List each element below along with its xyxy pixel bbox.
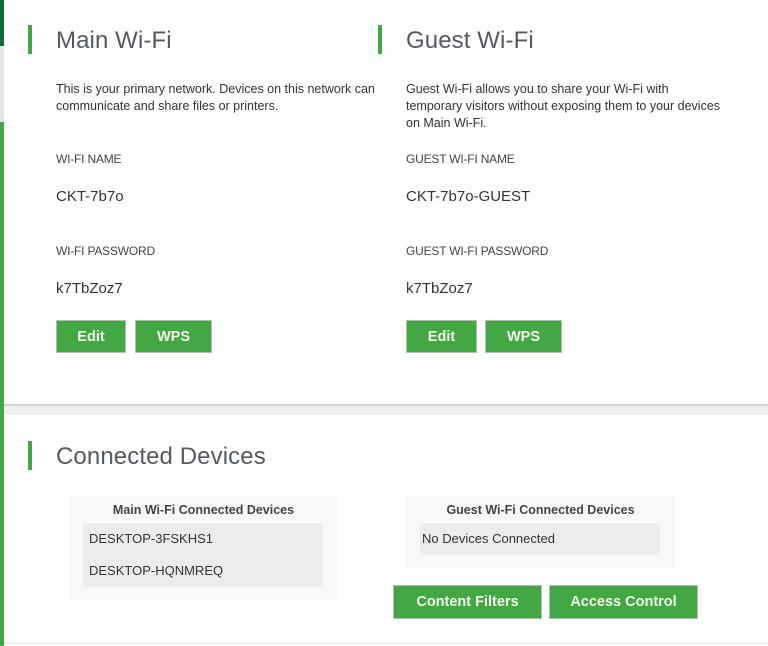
- main-wifi-password-value: k7TbZoz7: [56, 280, 123, 297]
- device-list-item: DESKTOP-3FSKHS1: [89, 531, 214, 546]
- bottom-divider: [4, 643, 768, 644]
- main-wifi-wps-button[interactable]: WPS: [135, 320, 212, 353]
- guest-wifi-edit-button[interactable]: Edit: [406, 320, 477, 353]
- nav-edge-accent: [0, 122, 4, 646]
- section-divider: [4, 404, 768, 415]
- guest-wifi-accent-bar: [378, 25, 382, 54]
- guest-wifi-devices-title: Guest Wi-Fi Connected Devices: [446, 503, 635, 517]
- guest-wifi-name-label: GUEST WI-FI NAME: [406, 152, 515, 166]
- guest-wifi-description: Guest Wi-Fi allows you to share your Wi-…: [406, 82, 721, 130]
- device-list-item: DESKTOP-HQNMREQ: [89, 563, 224, 578]
- wifi-settings-page: Main Wi-Fi This is your primary network.…: [0, 0, 768, 646]
- content-filters-button[interactable]: Content Filters: [393, 585, 542, 619]
- main-wifi-devices-title: Main Wi-Fi Connected Devices: [112, 503, 295, 517]
- main-wifi-password-label: WI-FI PASSWORD: [56, 244, 155, 258]
- guest-wifi-password-label: GUEST WI-FI PASSWORD: [406, 244, 549, 258]
- nav-edge-inactive: [0, 46, 4, 122]
- main-wifi-title: Main Wi-Fi: [56, 27, 172, 54]
- main-wifi-name-label: WI-FI NAME: [56, 152, 122, 166]
- guest-wifi-name-value: CKT-7b7o-GUEST: [406, 188, 531, 205]
- guest-wifi-password-value: k7TbZoz7: [406, 280, 473, 297]
- nav-edge-active: [0, 0, 4, 46]
- access-control-button[interactable]: Access Control: [549, 585, 698, 619]
- guest-wifi-devices-list: No Devices Connected: [420, 523, 660, 555]
- main-wifi-edit-button[interactable]: Edit: [56, 320, 126, 353]
- main-wifi-devices-panel: Main Wi-Fi Connected Devices DESKTOP-3FS…: [70, 496, 337, 600]
- main-wifi-name-value: CKT-7b7o: [56, 188, 124, 205]
- guest-wifi-devices-panel: Guest Wi-Fi Connected Devices No Devices…: [406, 496, 675, 568]
- connected-devices-accent-bar: [28, 441, 32, 470]
- main-wifi-description: This is your primary network. Devices on…: [56, 82, 375, 113]
- guest-wifi-wps-button[interactable]: WPS: [485, 320, 562, 353]
- guest-wifi-title: Guest Wi-Fi: [406, 27, 534, 54]
- main-wifi-devices-list: DESKTOP-3FSKHS1 DESKTOP-HQNMREQ: [83, 523, 323, 587]
- connected-devices-title: Connected Devices: [56, 443, 266, 470]
- no-devices-message: No Devices Connected: [422, 531, 555, 546]
- main-wifi-accent-bar: [28, 25, 32, 54]
